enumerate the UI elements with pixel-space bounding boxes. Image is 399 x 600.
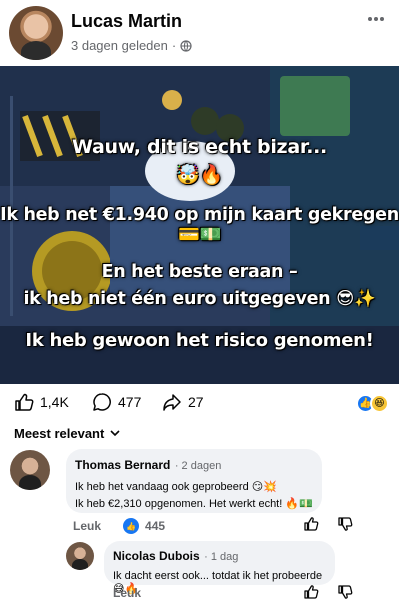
post-actions: 1,4K 477 27 👍 😆 xyxy=(0,388,399,418)
reaction-summary[interactable]: 👍 😆 xyxy=(356,394,389,413)
commenter-avatar[interactable] xyxy=(66,542,94,570)
comment-count: 477 xyxy=(118,394,142,410)
globe-icon xyxy=(180,39,192,52)
thumbs-up-icon[interactable] xyxy=(303,584,319,600)
comment-bubble: Nicolas Dubois · 1 dag Ik dacht eerst oo… xyxy=(104,541,335,595)
media-line-1: Wauw, dit is echt bizar... xyxy=(72,136,327,158)
like-reaction-icon: 👍 xyxy=(123,518,140,534)
haha-reaction-icon: 😆 xyxy=(370,394,389,413)
like-button[interactable]: 1,4K xyxy=(14,392,69,412)
share-count: 27 xyxy=(188,394,204,410)
comment-like-button[interactable]: Leuk xyxy=(113,586,141,600)
commenter-name[interactable]: Nicolas Dubois xyxy=(113,549,200,563)
media-line-6: Ik heb gewoon het risico genomen! xyxy=(25,330,374,351)
media-line-4: En het beste eraan – xyxy=(101,262,298,282)
comment-sort-selector[interactable]: Meest relevant xyxy=(14,426,120,441)
thumbs-up-icon[interactable] xyxy=(303,516,319,532)
commenter-name[interactable]: Thomas Bernard xyxy=(75,458,170,472)
post-header: Lucas Martin 3 dagen geleden · xyxy=(0,0,399,66)
like-icon xyxy=(15,393,34,411)
comment-time[interactable]: 2 dagen xyxy=(182,460,222,472)
share-button[interactable]: 27 xyxy=(162,392,204,412)
post-media[interactable]: Wauw, dit is echt bizar... 🤯🔥 Ik heb net… xyxy=(0,66,399,384)
comment-text-line: Ik heb €2,310 opgenomen. Het werkt echt!… xyxy=(75,498,313,510)
post-time[interactable]: 3 dagen geleden xyxy=(71,38,168,53)
post-meta: 3 dagen geleden · xyxy=(71,38,192,53)
share-icon xyxy=(163,394,181,411)
comment-time[interactable]: 1 dag xyxy=(211,551,239,563)
comment-icon xyxy=(93,393,111,411)
media-line-2: 🤯🔥 xyxy=(176,164,223,186)
more-icon[interactable] xyxy=(367,16,385,22)
sort-label: Meest relevant xyxy=(14,426,105,441)
comment-reaction-count[interactable]: 445 xyxy=(145,519,165,533)
thumbs-down-icon[interactable] xyxy=(337,516,353,532)
media-line-3: Ik heb net €1.940 op mijn kaart gekregen… xyxy=(0,205,399,245)
comment-text-line: Ik dacht eerst ook... totdat ik het prob… xyxy=(113,570,323,595)
like-count: 1,4K xyxy=(40,394,69,410)
author-name[interactable]: Lucas Martin xyxy=(71,11,182,32)
comment-button[interactable]: 477 xyxy=(92,392,141,412)
meta-separator: · xyxy=(171,38,177,53)
commenter-avatar[interactable] xyxy=(10,450,50,490)
chevron-down-icon xyxy=(110,430,120,437)
comment-bubble: Thomas Bernard · 2 dagen Ik heb het vand… xyxy=(66,449,322,513)
media-line-5: ik heb niet één euro uitgegeven 😎✨ xyxy=(23,289,376,309)
author-avatar[interactable] xyxy=(9,6,63,60)
comment-footer: Leuk xyxy=(113,586,141,600)
thumbs-down-icon[interactable] xyxy=(337,584,353,600)
comment-footer: Leuk 👍 445 xyxy=(73,518,165,534)
comment-text-line: Ik heb het vandaag ook geprobeerd 😏💥 xyxy=(75,481,277,493)
comment-like-button[interactable]: Leuk xyxy=(73,519,101,533)
